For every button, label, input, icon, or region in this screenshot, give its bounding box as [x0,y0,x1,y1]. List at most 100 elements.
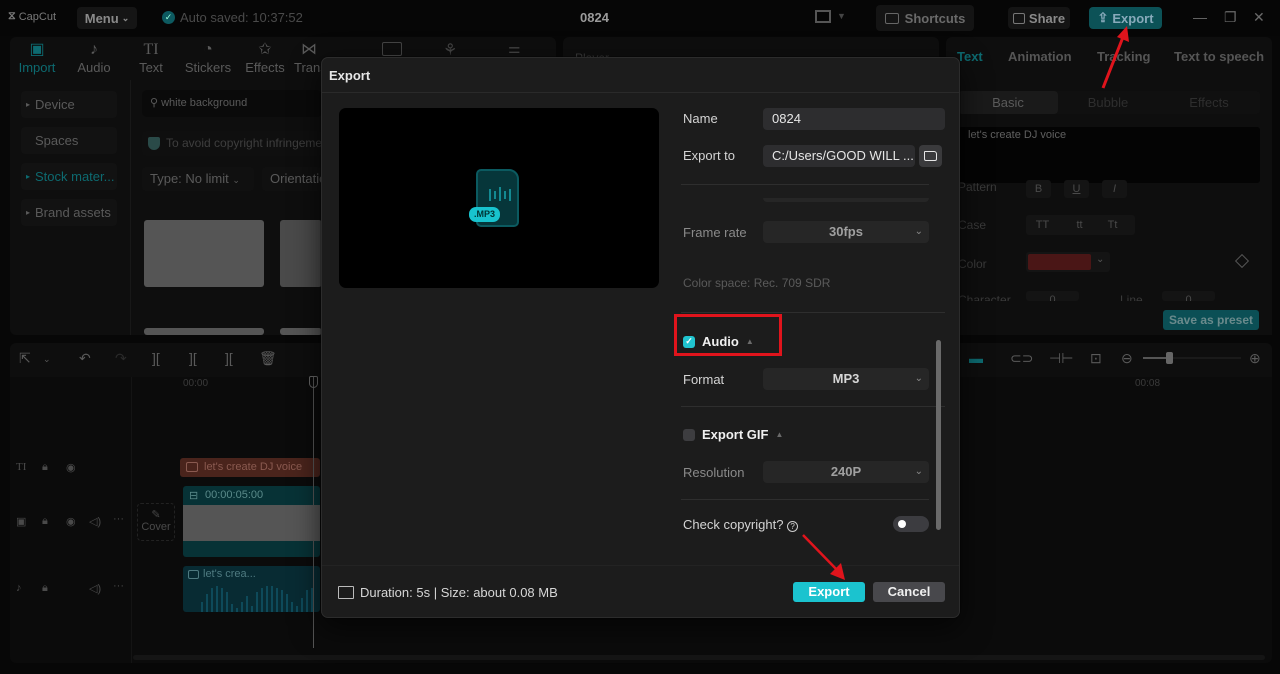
media-thumbnail[interactable] [280,220,322,287]
magnet-icon[interactable]: ▬ [969,350,983,366]
lock-icon[interactable]: 🔒︎ [42,461,48,474]
playhead[interactable] [313,376,314,648]
more-icon[interactable]: ··· [113,513,124,525]
minimize-icon[interactable]: — [1193,9,1207,25]
timeline-scrollbar[interactable] [133,655,1265,660]
tab-audio[interactable]: ♪ Audio [66,40,122,75]
zoom-slider-track[interactable] [1169,357,1241,359]
export-gif-checkbox[interactable] [683,428,695,441]
tab-import[interactable]: ▣ Import [9,40,65,75]
tab-stickers[interactable]: ◔ Stickers [180,40,236,75]
close-icon[interactable]: ✕ [1253,9,1265,26]
collapse-icon[interactable]: ▲ [775,430,783,439]
resolution-select[interactable]: 240P ⌄ [763,461,929,483]
split-icon[interactable]: ][ [152,350,160,366]
sidebar-item-spaces[interactable]: Spaces [21,127,117,154]
share-button[interactable]: Share [1008,7,1070,29]
tab-text-to-speech[interactable]: Text to speech [1174,49,1264,64]
tab-text-properties[interactable]: Text [957,49,983,64]
uppercase-button[interactable]: TT [1030,216,1055,234]
delete-icon[interactable]: 🗑 [259,350,277,367]
pattern-label: Pattern [958,180,997,194]
share-icon [1012,12,1025,24]
segment-effects[interactable]: Effects [1158,91,1260,114]
sidebar-item-device[interactable]: ▸ Device [21,91,117,118]
bold-button[interactable]: B [1026,180,1051,198]
line-spacing-input[interactable]: 0 [1162,291,1215,301]
preview-axis-icon[interactable]: ⊡ [1090,350,1102,367]
segment-bubble[interactable]: Bubble [1058,91,1158,114]
audio-icon: ♪ [90,41,98,58]
format-select[interactable]: MP3 ⌄ [763,368,929,390]
zoom-slider-handle[interactable] [1166,352,1173,364]
export-button[interactable]: Export [793,582,865,602]
frame-rate-select[interactable]: 30fps ⌄ [763,221,929,243]
link-icon[interactable]: ⊂⊃ [1010,350,1033,367]
lock-icon[interactable]: 🔒︎ [42,515,48,528]
check-copyright-toggle[interactable] [893,516,929,532]
color-picker[interactable]: ⌄ [1026,252,1110,272]
zoom-in-icon[interactable]: ⊕ [1249,350,1261,367]
captions-icon[interactable] [382,42,402,56]
select-cursor-icon[interactable]: ⇱ [19,350,31,367]
split-left-icon[interactable]: ][ [189,350,197,366]
eye-icon[interactable]: ◉ [66,515,76,528]
underline-button[interactable]: U [1064,180,1089,198]
titlecase-button[interactable]: Tt [1100,216,1125,234]
tab-animation[interactable]: Animation [1008,49,1072,64]
undo-icon[interactable]: ↶ [79,350,91,367]
media-search-input[interactable]: ⚲ white background [142,90,322,117]
text-content-input[interactable]: let's create DJ voice [958,127,1260,183]
split-right-icon[interactable]: ][ [225,350,233,366]
adjustment-icon[interactable]: ⚌ [508,40,521,57]
name-input[interactable]: 0824 [763,108,945,130]
cancel-button[interactable]: Cancel [873,582,945,602]
shortcuts-button[interactable]: Shortcuts [876,5,974,31]
zoom-out-icon[interactable]: ⊖ [1121,350,1133,367]
text-clip[interactable]: let's create DJ voice [180,458,320,477]
browse-folder-button[interactable] [919,145,942,167]
eye-icon[interactable]: ◉ [66,461,76,474]
tab-transitions[interactable]: ⋈ Transitions [294,40,324,75]
video-clip[interactable]: ⊟ 00:00:05:00 [183,486,320,557]
tab-text[interactable]: TI Text [123,40,179,75]
lock-icon[interactable]: 🔒︎ [42,582,48,595]
redo-icon[interactable]: ↷ [115,350,127,367]
more-icon[interactable]: ··· [113,580,124,592]
export-summary: Duration: 5s | Size: about 0.08 MB [338,585,558,600]
lowercase-button[interactable]: tt [1067,216,1092,234]
media-thumbnail[interactable] [144,220,264,287]
tab-tracking[interactable]: Tracking [1097,49,1150,64]
orientation-filter-dropdown[interactable]: Orientation [262,167,322,191]
caret-down-icon[interactable]: ▼ [837,11,846,21]
italic-button[interactable]: I [1102,180,1127,198]
save-as-preset-button[interactable]: Save as preset [1163,310,1259,330]
media-thumbnail[interactable] [280,328,322,335]
volume-icon[interactable]: ◁) [89,582,101,595]
tab-effects[interactable]: ✩ Effects [237,40,293,75]
sidebar-item-brand-assets[interactable]: ▸ Brand assets [21,199,117,226]
chevron-down-icon[interactable]: ⌄ [43,354,51,365]
audio-clip[interactable]: let's crea... [183,566,320,612]
segment-basic[interactable]: Basic [958,91,1058,114]
media-thumbnail[interactable] [144,328,264,335]
type-filter-dropdown[interactable]: Type: No limit ⌄ [142,167,254,191]
file-format-tag: .MP3 [469,207,500,222]
dialog-scrollbar[interactable] [936,340,941,530]
sidebar-item-stock-material[interactable]: ▸ Stock mater... [21,163,117,190]
layout-icon[interactable] [815,10,831,23]
waveform-bar [296,606,298,612]
export-path-input[interactable]: C:/Users/GOOD WILL ... [763,145,915,167]
transition-icon: ⋈ [301,41,317,58]
restore-icon[interactable]: ❐ [1224,9,1237,26]
volume-icon[interactable]: ◁) [89,515,101,528]
help-icon[interactable]: ? [787,521,799,532]
divider [681,406,945,407]
cover-button[interactable]: ✎ Cover [137,503,175,541]
export-top-button[interactable]: ⇪ Export [1089,7,1162,29]
menu-button[interactable]: Menu ⌄ [77,7,137,29]
character-spacing-input[interactable]: 0 [1026,291,1079,301]
gif-section-header[interactable]: Export GIF ▲ [683,427,783,442]
align-icon[interactable]: ⊣⊢ [1049,350,1073,367]
playhead-handle[interactable] [309,376,318,388]
